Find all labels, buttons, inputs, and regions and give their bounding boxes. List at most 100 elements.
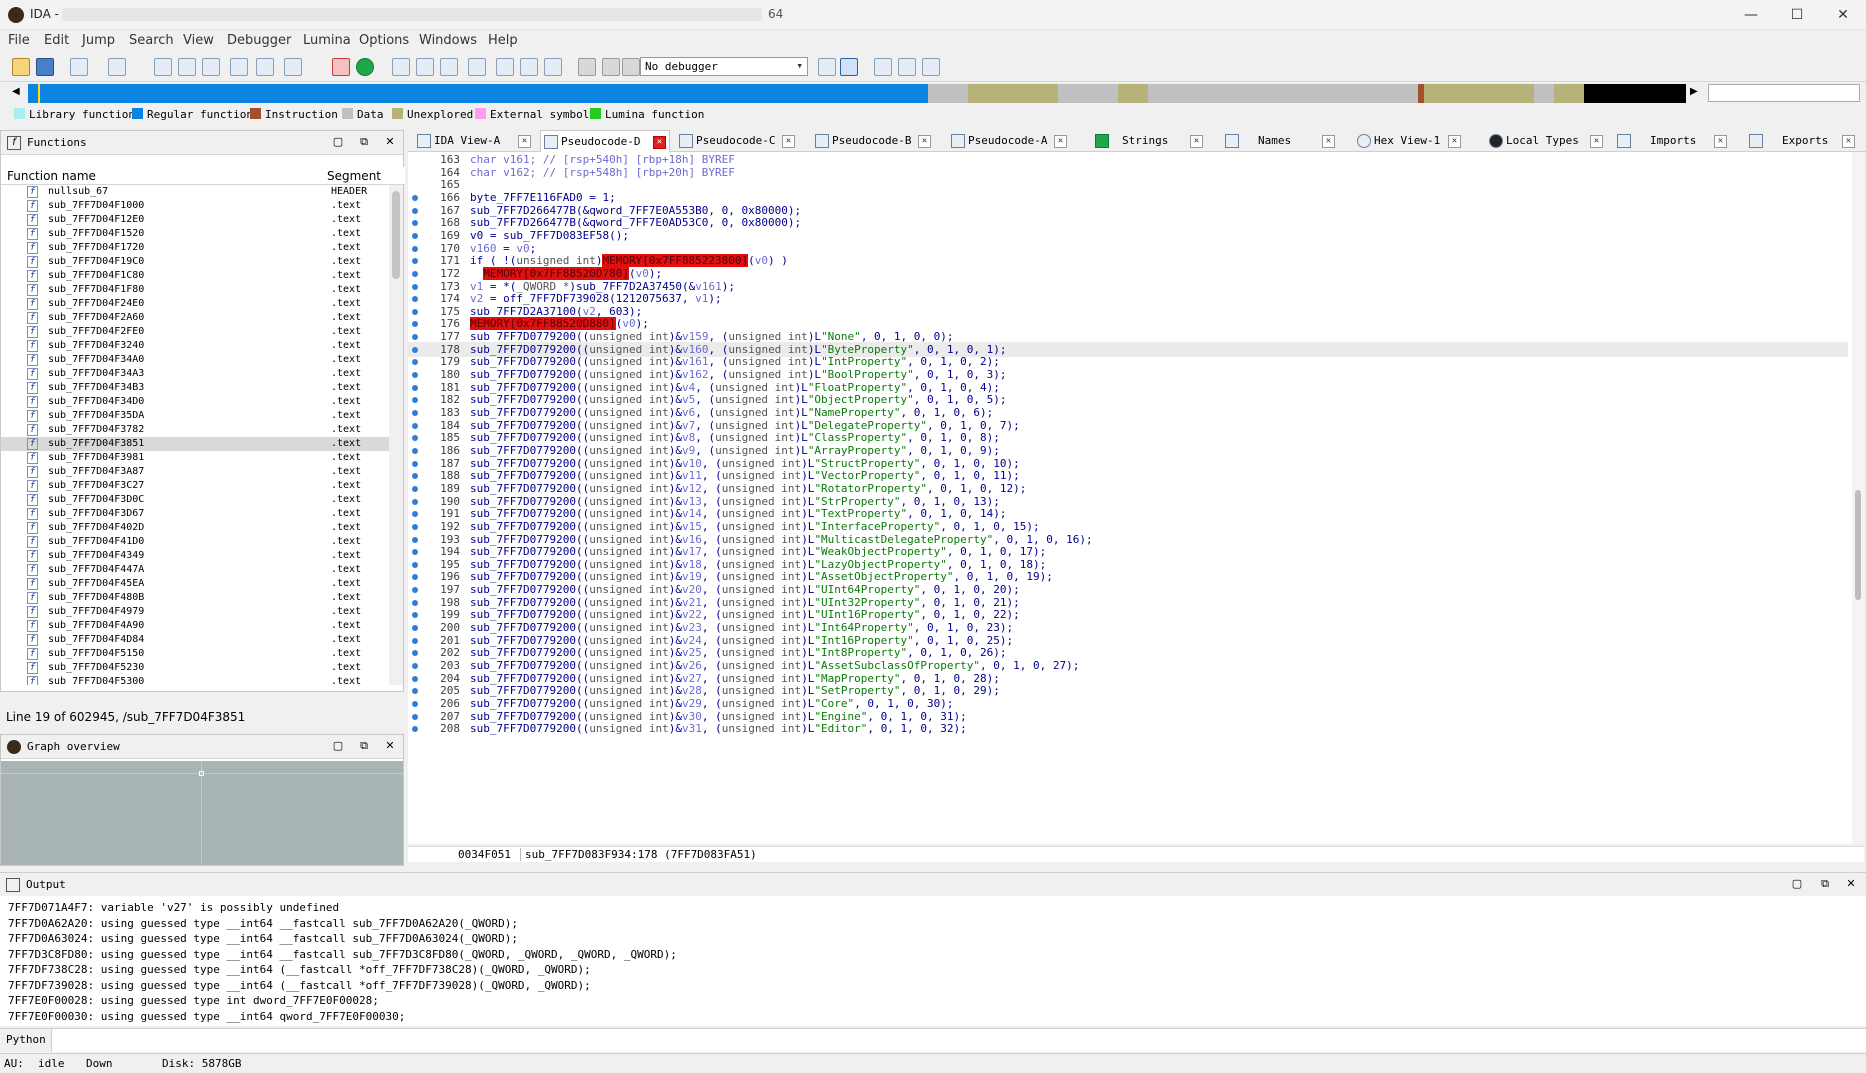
proximity-icon[interactable] xyxy=(178,58,196,76)
code-token[interactable]: unsigned int xyxy=(589,722,668,735)
menu-windows[interactable]: Windows xyxy=(419,33,477,48)
breakpoint-dot-icon[interactable] xyxy=(412,599,418,606)
menu-edit[interactable]: Edit xyxy=(44,33,69,48)
breakpoint-dot-icon[interactable] xyxy=(412,232,418,239)
function-row[interactable]: f sub_7FF7D04F5150 .text xyxy=(1,647,389,661)
breakpoint-dot-icon[interactable] xyxy=(412,612,418,619)
function-row[interactable]: f sub_7FF7D04F4D84 .text xyxy=(1,633,389,647)
functions-list[interactable]: f nullsub_67 HEADER f sub_7FF7D04F1000 .text f… xyxy=(1,185,389,685)
breakpoint-dot-icon[interactable] xyxy=(412,334,418,341)
tab-pseudocode-c[interactable]: Pseudocode-C ✕ xyxy=(676,130,800,152)
breakpoint-dot-icon[interactable] xyxy=(412,308,418,315)
breakpoint-dot-icon[interactable] xyxy=(412,485,418,492)
close-button[interactable]: ✕ xyxy=(1820,0,1866,30)
tab-close-icon[interactable]: ✕ xyxy=(782,135,795,148)
function-row[interactable]: f sub_7FF7D04F3D67 .text xyxy=(1,507,389,521)
graph-float-icon[interactable]: ⧉ xyxy=(357,739,371,753)
tab-close-icon[interactable]: ✕ xyxy=(1842,135,1855,148)
output-close-icon[interactable]: ✕ xyxy=(1844,877,1858,891)
breakpoint-dot-icon[interactable] xyxy=(412,270,418,277)
output-float-icon[interactable]: ⧉ xyxy=(1818,877,1832,891)
breakpoint-dot-icon[interactable] xyxy=(412,283,418,290)
tab-close-icon[interactable]: ✕ xyxy=(1190,135,1203,148)
breakpoint-dot-icon[interactable] xyxy=(412,397,418,404)
tab-ida-view-a[interactable]: IDA View-A ✕ xyxy=(414,130,534,152)
jump-icon[interactable] xyxy=(256,58,274,76)
function-row[interactable]: f sub_7FF7D04F1F80 .text xyxy=(1,283,389,297)
breakpoint-dot-icon[interactable] xyxy=(412,574,418,581)
function-row[interactable]: f sub_7FF7D04F2A60 .text xyxy=(1,311,389,325)
breakpoint-dot-icon[interactable] xyxy=(412,220,418,227)
menu-debugger[interactable]: Debugger xyxy=(227,33,291,48)
tab-close-icon[interactable]: ✕ xyxy=(518,135,531,148)
breakpoint-dot-icon[interactable] xyxy=(412,321,418,328)
rename-icon[interactable] xyxy=(544,58,562,76)
breakpoint-dot-icon[interactable] xyxy=(412,549,418,556)
python-label[interactable]: Python xyxy=(0,1029,52,1052)
function-row[interactable]: f sub_7FF7D04F1C80 .text xyxy=(1,269,389,283)
code-icon[interactable] xyxy=(392,58,410,76)
graph-close-icon[interactable]: ✕ xyxy=(383,739,397,753)
data-icon[interactable] xyxy=(416,58,434,76)
tab-pseudocode-d[interactable]: Pseudocode-D ✕ xyxy=(540,130,670,152)
menu-view[interactable]: View xyxy=(183,33,214,48)
breakpoint-dot-icon[interactable] xyxy=(412,650,418,657)
breakpoint-dot-icon[interactable] xyxy=(412,675,418,682)
tab-imports[interactable]: Imports ✕ xyxy=(1614,130,1734,152)
panel-float-icon[interactable]: ⧉ xyxy=(357,135,371,149)
function-row[interactable]: f sub_7FF7D04F34B3 .text xyxy=(1,381,389,395)
stop-icon[interactable] xyxy=(622,58,640,76)
functions-scroll-thumb[interactable] xyxy=(392,191,400,279)
panel-close-icon[interactable]: ✕ xyxy=(383,135,397,149)
col-function-name[interactable]: Function name xyxy=(7,169,96,183)
function-row[interactable]: f sub_7FF7D04F3C27 .text xyxy=(1,479,389,493)
function-row[interactable]: f sub_7FF7D04F34A3 .text xyxy=(1,367,389,381)
function-row[interactable]: f sub_7FF7D04F1720 .text xyxy=(1,241,389,255)
breakpoint-dot-icon[interactable] xyxy=(412,688,418,695)
list-red-icon[interactable] xyxy=(898,58,916,76)
list-lines-icon[interactable] xyxy=(922,58,940,76)
graph-viewport[interactable] xyxy=(199,771,204,776)
tab-pseudocode-b[interactable]: Pseudocode-B ✕ xyxy=(812,130,936,152)
undefine-icon[interactable] xyxy=(496,58,514,76)
c-icon[interactable] xyxy=(840,58,858,76)
breakpoint-dot-icon[interactable] xyxy=(412,511,418,518)
function-row[interactable]: f sub_7FF7D04F4A90 .text xyxy=(1,619,389,633)
menu-jump[interactable]: Jump xyxy=(82,33,115,48)
pseudocode-view[interactable]: 163 char v161; // [rsp+540h] [rbp+18h] BY… xyxy=(408,152,1864,844)
graph-restore-icon[interactable]: ▢ xyxy=(331,739,345,753)
function-row[interactable]: f sub_7FF7D04F5230 .text xyxy=(1,661,389,675)
breakpoint-dot-icon[interactable] xyxy=(412,207,418,214)
start-debug-icon[interactable] xyxy=(578,58,596,76)
breakpoint-dot-icon[interactable] xyxy=(412,384,418,391)
back-arrow-icon[interactable] xyxy=(70,58,88,76)
maximize-button[interactable]: ☐ xyxy=(1774,0,1820,30)
hex-icon[interactable] xyxy=(202,58,220,76)
breakpoint-icon[interactable] xyxy=(332,58,350,76)
breakpoint-dot-icon[interactable] xyxy=(412,498,418,505)
nav-left-arrow-icon[interactable]: ◀ xyxy=(12,86,20,97)
pause-icon[interactable] xyxy=(602,58,620,76)
tab-close-icon[interactable]: ✕ xyxy=(918,135,931,148)
tab-pseudocode-a[interactable]: Pseudocode-A ✕ xyxy=(948,130,1072,152)
debugger-select[interactable]: No debugger xyxy=(640,57,808,76)
function-row[interactable]: f sub_7FF7D04F12E0 .text xyxy=(1,213,389,227)
function-row[interactable]: f sub_7FF7D04F2FE0 .text xyxy=(1,325,389,339)
function-row[interactable]: f sub_7FF7D04F3240 .text xyxy=(1,339,389,353)
function-row[interactable]: f sub_7FF7D04F41D0 .text xyxy=(1,535,389,549)
tab-close-icon[interactable]: ✕ xyxy=(1714,135,1727,148)
code-token[interactable]: unsigned int xyxy=(722,722,801,735)
function-row[interactable]: f sub_7FF7D04F3782 .text xyxy=(1,423,389,437)
open-folder-icon[interactable] xyxy=(12,58,30,76)
nav-combo[interactable] xyxy=(1708,84,1860,102)
python-input[interactable] xyxy=(54,1031,1862,1050)
function-row[interactable]: f sub_7FF7D04F1520 .text xyxy=(1,227,389,241)
breakpoint-dot-icon[interactable] xyxy=(412,296,418,303)
breakpoint-dot-icon[interactable] xyxy=(412,637,418,644)
menu-options[interactable]: Options xyxy=(359,33,409,48)
breakpoint-dot-icon[interactable] xyxy=(412,435,418,442)
breakpoint-dot-icon[interactable] xyxy=(412,700,418,707)
function-row[interactable]: f sub_7FF7D04F480B .text xyxy=(1,591,389,605)
tab-close-icon[interactable]: ✕ xyxy=(1448,135,1461,148)
menu-file[interactable]: File xyxy=(8,33,30,48)
